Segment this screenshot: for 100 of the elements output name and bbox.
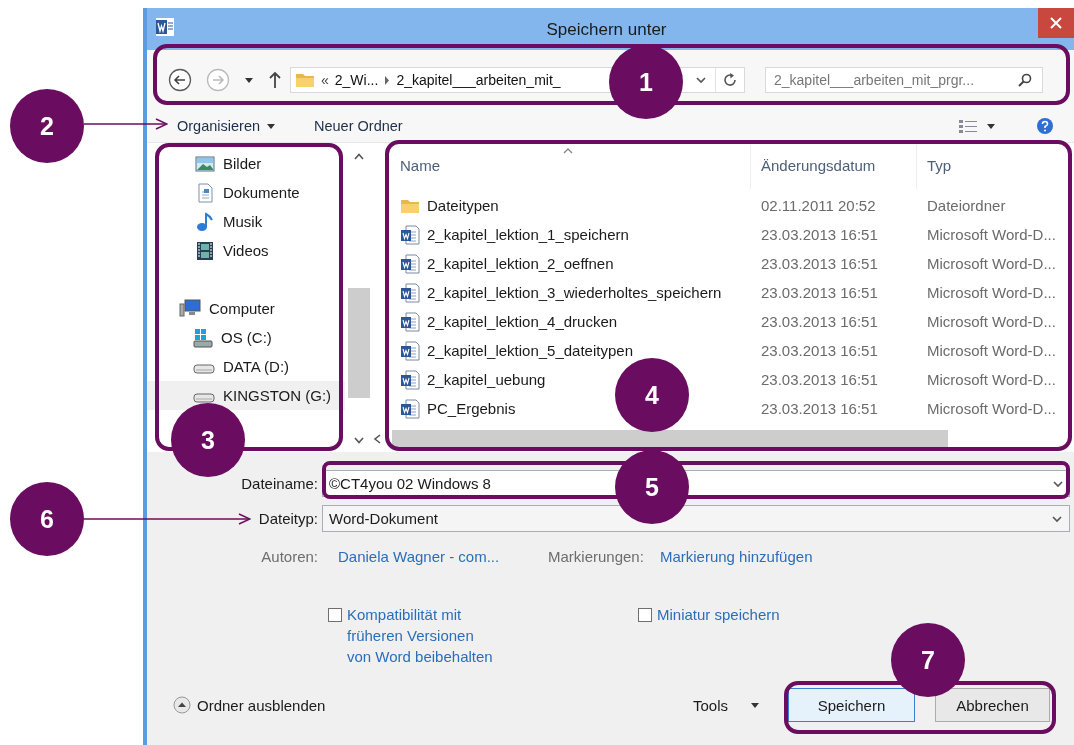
file-name[interactable]: 2_kapitel_lektion_2_oeffnen — [427, 255, 614, 272]
new-folder-button[interactable]: Neuer Ordner — [314, 118, 403, 134]
sidebar-item[interactable]: DATA (D:) — [147, 352, 345, 381]
word-document-icon — [400, 340, 420, 361]
breadcrumb-overflow[interactable]: « — [321, 72, 329, 88]
collapse-icon — [173, 696, 191, 714]
file-name[interactable]: 2_kapitel_uebung — [427, 371, 546, 388]
file-type: Microsoft Word-D... — [926, 255, 1057, 272]
sidebar-label[interactable]: OS (C:) — [221, 329, 272, 346]
dialog-button[interactable]: Abbrechen — [935, 688, 1050, 722]
file-type: Microsoft Word-D... — [926, 342, 1057, 359]
computer-icon — [179, 298, 201, 319]
checkbox[interactable] — [328, 608, 342, 622]
drive-icon — [193, 327, 213, 348]
dropdown-icon[interactable] — [695, 75, 707, 85]
column-header[interactable]: Typ — [916, 143, 1074, 189]
sidebar-label[interactable]: Dokumente — [223, 184, 300, 201]
file-name[interactable]: 2_kapitel_lektion_4_drucken — [427, 313, 618, 330]
option-label[interactable]: Kompatibilität mit früheren Versionen von Word beibehalten — [347, 604, 502, 667]
file-type-dropdown[interactable]: Word-Dokument — [322, 505, 1070, 532]
search-icon — [1018, 73, 1032, 87]
window-title: Speichern unter — [545, 20, 668, 40]
tools-button[interactable]: Tools — [692, 696, 760, 714]
scrollbar-thumb[interactable] — [392, 430, 948, 448]
back-icon[interactable] — [168, 68, 192, 92]
file-date: 02.11.2011 20:52 — [760, 197, 877, 214]
sidebar-item[interactable]: KINGSTON (G:) — [147, 381, 345, 410]
sidebar-label[interactable]: Videos — [223, 242, 269, 259]
breadcrumb[interactable]: 2_Wi... — [334, 72, 379, 88]
file-type: Microsoft Word-D... — [926, 313, 1057, 330]
field-label: Dateiname: — [241, 475, 318, 492]
file-date: 23.03.2013 16:51 — [760, 342, 879, 359]
close-icon — [1050, 17, 1062, 29]
file-date: 23.03.2013 16:51 — [760, 284, 879, 301]
hide-folders-button[interactable]: Ordner ausblenden — [173, 696, 326, 714]
word-app-icon — [155, 17, 175, 37]
field-label: Markierungen: — [548, 547, 644, 565]
file-name[interactable]: PC_Ergebnis — [427, 400, 516, 417]
dropdown-icon — [1051, 513, 1063, 524]
scroll-up-icon[interactable] — [353, 153, 364, 160]
word-document-icon — [400, 253, 420, 274]
close-button[interactable] — [1038, 8, 1074, 38]
file-name[interactable]: 2_kapitel_lektion_1_speichern — [427, 226, 629, 243]
dropdown-icon[interactable] — [1052, 479, 1064, 489]
help-icon[interactable] — [1036, 117, 1054, 135]
breadcrumb[interactable]: 2_kapitel___arbeiten_mit_ — [396, 72, 561, 88]
caret-icon — [266, 122, 276, 130]
word-document-icon — [400, 369, 420, 390]
checkbox[interactable] — [638, 608, 652, 622]
sidebar-label[interactable]: DATA (D:) — [223, 358, 290, 375]
scroll-down-icon[interactable] — [353, 437, 364, 444]
organize-button[interactable]: Organisieren — [177, 118, 276, 134]
sidebar-label[interactable]: Computer — [209, 300, 275, 317]
file-date: 23.03.2013 16:51 — [760, 400, 879, 417]
file-name[interactable]: Dateitypen — [427, 197, 499, 214]
caret-icon — [750, 701, 760, 709]
sidebar-item[interactable]: OS (C:) — [147, 323, 345, 352]
sidebar-item[interactable]: Videos — [147, 236, 345, 265]
authors-link[interactable]: Daniela Wagner - com... — [338, 547, 548, 565]
field-label: Dateityp: — [258, 510, 318, 527]
sidebar-label[interactable]: KINGSTON (G:) — [223, 387, 332, 404]
file-type: Dateiordner — [926, 197, 1007, 214]
sidebar-label[interactable]: Musik — [223, 213, 263, 230]
word-document-icon — [400, 398, 420, 419]
music-note-icon — [195, 211, 215, 232]
caret-icon[interactable] — [986, 122, 996, 130]
film-icon — [195, 240, 215, 261]
document-icon — [195, 182, 215, 203]
pictures-icon — [195, 154, 215, 173]
file-type: Microsoft Word-D... — [926, 284, 1057, 301]
refresh-icon[interactable] — [722, 72, 738, 88]
caret-icon[interactable] — [244, 76, 254, 84]
dialog-button[interactable]: Speichern — [788, 688, 915, 722]
file-date: 23.03.2013 16:51 — [760, 255, 879, 272]
file-name[interactable]: 2_kapitel_lektion_5_dateitypen — [427, 342, 633, 359]
sidebar-label[interactable]: Bilder — [223, 155, 262, 172]
sidebar-item[interactable]: Computer — [147, 294, 345, 323]
file-date: 23.03.2013 16:51 — [760, 313, 879, 330]
word-document-icon — [400, 311, 420, 332]
scrollbar-thumb[interactable] — [347, 288, 370, 398]
callout-number: 6 — [10, 482, 84, 556]
callout-number: 2 — [10, 89, 84, 163]
up-arrow-icon[interactable] — [268, 71, 282, 89]
sidebar-item[interactable]: Bilder — [147, 149, 345, 178]
file-type: Microsoft Word-D... — [926, 400, 1057, 417]
word-document-icon — [400, 282, 420, 303]
option-label[interactable]: Miniatur speichern — [657, 604, 780, 625]
column-header[interactable]: Name — [372, 143, 750, 189]
file-name[interactable]: 2_kapitel_lektion_3_wiederholtes_speichern — [427, 284, 722, 301]
view-options-icon[interactable] — [958, 119, 978, 133]
search-field[interactable]: 2_kapitel___arbeiten_mit_prgr... — [765, 67, 1043, 93]
add-tag-link[interactable]: Markierung hinzufügen — [659, 547, 813, 565]
field-label: Autoren: — [261, 547, 318, 565]
sidebar-item[interactable]: Musik — [147, 207, 345, 236]
file-date: 23.03.2013 16:51 — [760, 371, 879, 388]
word-document-icon — [400, 224, 420, 245]
sidebar-item[interactable]: Dokumente — [147, 178, 345, 207]
column-header[interactable]: Änderungsdatum — [750, 143, 916, 189]
file-type: Microsoft Word-D... — [926, 371, 1057, 388]
file-type: Microsoft Word-D... — [926, 226, 1057, 243]
